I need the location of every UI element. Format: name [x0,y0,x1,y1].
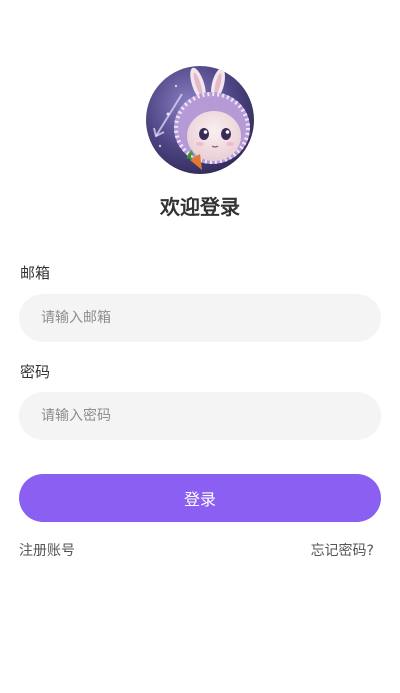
password-label: 密码 [20,363,51,381]
avatar [146,66,254,174]
page-title: 欢迎登录 [160,195,240,219]
register-link[interactable]: 注册账号 [19,541,75,561]
password-field[interactable] [19,392,381,440]
bunny-avatar-image [146,66,254,174]
email-field[interactable] [19,294,381,342]
login-button[interactable]: 登录 [19,474,381,522]
email-label: 邮箱 [20,264,51,282]
forgot-password-link[interactable]: 忘记密码? [311,541,374,561]
